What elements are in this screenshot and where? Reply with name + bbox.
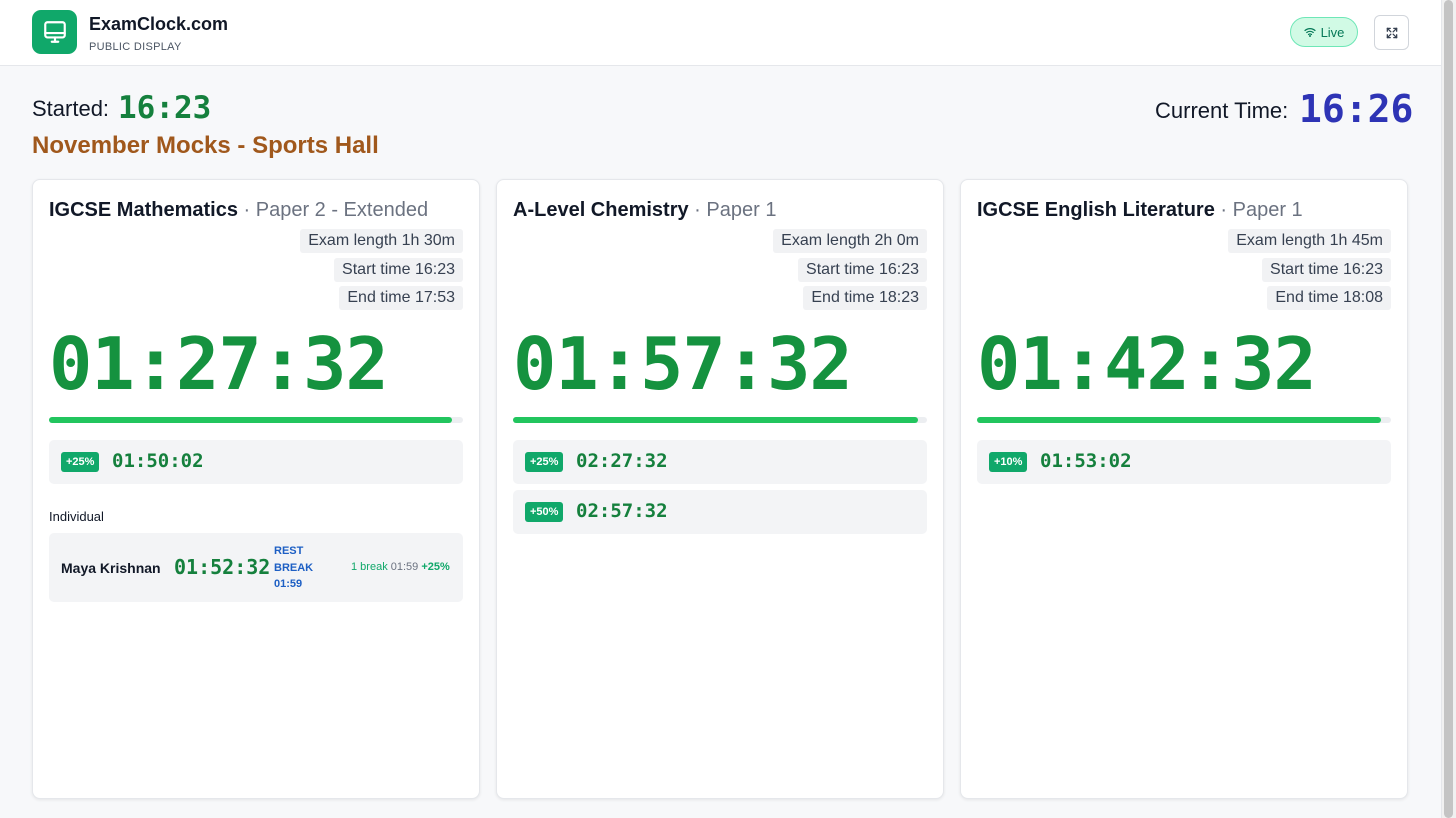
individual-heading: Individual xyxy=(49,509,104,524)
title-separator: · xyxy=(1214,199,1233,221)
rest-break-status: REST BREAK 01:59 xyxy=(274,545,314,590)
progress-bar xyxy=(49,417,463,423)
student-countdown: 01:52:32 xyxy=(174,555,271,579)
live-status-badge: Live xyxy=(1290,17,1358,47)
break-duration: 01:59 xyxy=(390,561,419,573)
break-summary: 1 break 01:59 +25% xyxy=(351,561,450,573)
top-bar: ExamClock.com PUBLIC DISPLAY Live xyxy=(0,0,1441,66)
exam-card-chemistry: A-Level Chemistry · Paper 1 Exam length … xyxy=(496,179,944,799)
exam-title: A-Level Chemistry · Paper 1 xyxy=(513,199,776,222)
end-time: End time 18:08 xyxy=(1267,286,1391,310)
brand-title: ExamClock.com xyxy=(89,14,229,34)
progress-fill xyxy=(513,417,919,423)
exam-subject: IGCSE English Literature xyxy=(977,199,1215,221)
exam-length: Exam length 1h 30m xyxy=(300,229,463,253)
brand-subtitle: PUBLIC DISPLAY xyxy=(89,41,182,53)
live-label: Live xyxy=(1320,24,1345,40)
title-separator: · xyxy=(688,199,707,221)
current-time: 16:26 xyxy=(1299,87,1414,131)
extra-time-row: +25% 01:50:02 xyxy=(49,440,463,484)
exam-paper: Paper 1 xyxy=(706,199,777,221)
start-time: Start time 16:23 xyxy=(334,258,463,282)
extra-time-row: +25% 02:27:32 xyxy=(513,440,927,484)
current-time-label: Current Time: xyxy=(1155,98,1289,123)
end-time: End time 17:53 xyxy=(339,286,463,310)
title-separator: · xyxy=(237,199,256,221)
extra-time-row: +10% 01:53:02 xyxy=(977,440,1391,484)
logo xyxy=(32,10,77,54)
start-time: Start time 16:23 xyxy=(798,258,927,282)
exam-card-mathematics: IGCSE Mathematics · Paper 2 - Extended E… xyxy=(32,179,480,799)
progress-bar xyxy=(513,417,927,423)
break-count: 1 break xyxy=(351,561,388,573)
progress-fill xyxy=(977,417,1382,423)
exam-length: Exam length 2h 0m xyxy=(773,229,927,253)
exam-subject: IGCSE Mathematics xyxy=(49,199,238,221)
progress-fill xyxy=(49,417,452,423)
scrollbar-thumb[interactable] xyxy=(1444,0,1453,818)
extra-time-badge: +25% xyxy=(61,452,100,472)
exam-title: IGCSE Mathematics · Paper 2 - Extended xyxy=(49,199,428,222)
extra-time-badge: +50% xyxy=(525,502,564,522)
fullscreen-button[interactable] xyxy=(1374,15,1409,50)
started-time: 16:23 xyxy=(118,90,212,126)
extra-time-countdown: 01:50:02 xyxy=(112,450,204,472)
exam-title: IGCSE English Literature · Paper 1 xyxy=(977,199,1303,222)
student-extra-time: +25% xyxy=(421,561,450,573)
exam-card-english-literature: IGCSE English Literature · Paper 1 Exam … xyxy=(960,179,1408,799)
progress-bar xyxy=(977,417,1391,423)
student-name: Maya Krishnan xyxy=(61,560,161,576)
exam-paper: Paper 2 - Extended xyxy=(255,199,429,221)
individual-student-row: Maya Krishnan 01:52:32 REST BREAK 01:59 … xyxy=(49,533,463,602)
end-time: End time 18:23 xyxy=(803,286,927,310)
monitor-icon xyxy=(43,21,66,43)
exam-paper: Paper 1 xyxy=(1232,199,1303,221)
extra-time-countdown: 02:27:32 xyxy=(576,450,668,472)
exam-subject: A-Level Chemistry xyxy=(513,199,689,221)
countdown-timer: 01:42:32 xyxy=(977,322,1317,406)
countdown-timer: 01:27:32 xyxy=(49,322,389,406)
extra-time-badge: +10% xyxy=(989,452,1028,472)
extra-time-badge: +25% xyxy=(525,452,564,472)
exam-length: Exam length 1h 45m xyxy=(1228,229,1391,253)
started-label: Started: xyxy=(32,96,110,121)
extra-time-countdown: 01:53:02 xyxy=(1040,450,1132,472)
expand-icon xyxy=(1386,27,1397,38)
countdown-timer: 01:57:32 xyxy=(513,322,853,406)
start-time: Start time 16:23 xyxy=(1262,258,1391,282)
session-title: November Mocks - Sports Hall xyxy=(32,132,379,159)
extra-time-row: +50% 02:57:32 xyxy=(513,490,927,534)
extra-time-countdown: 02:57:32 xyxy=(576,500,668,522)
wifi-icon xyxy=(1303,28,1316,37)
